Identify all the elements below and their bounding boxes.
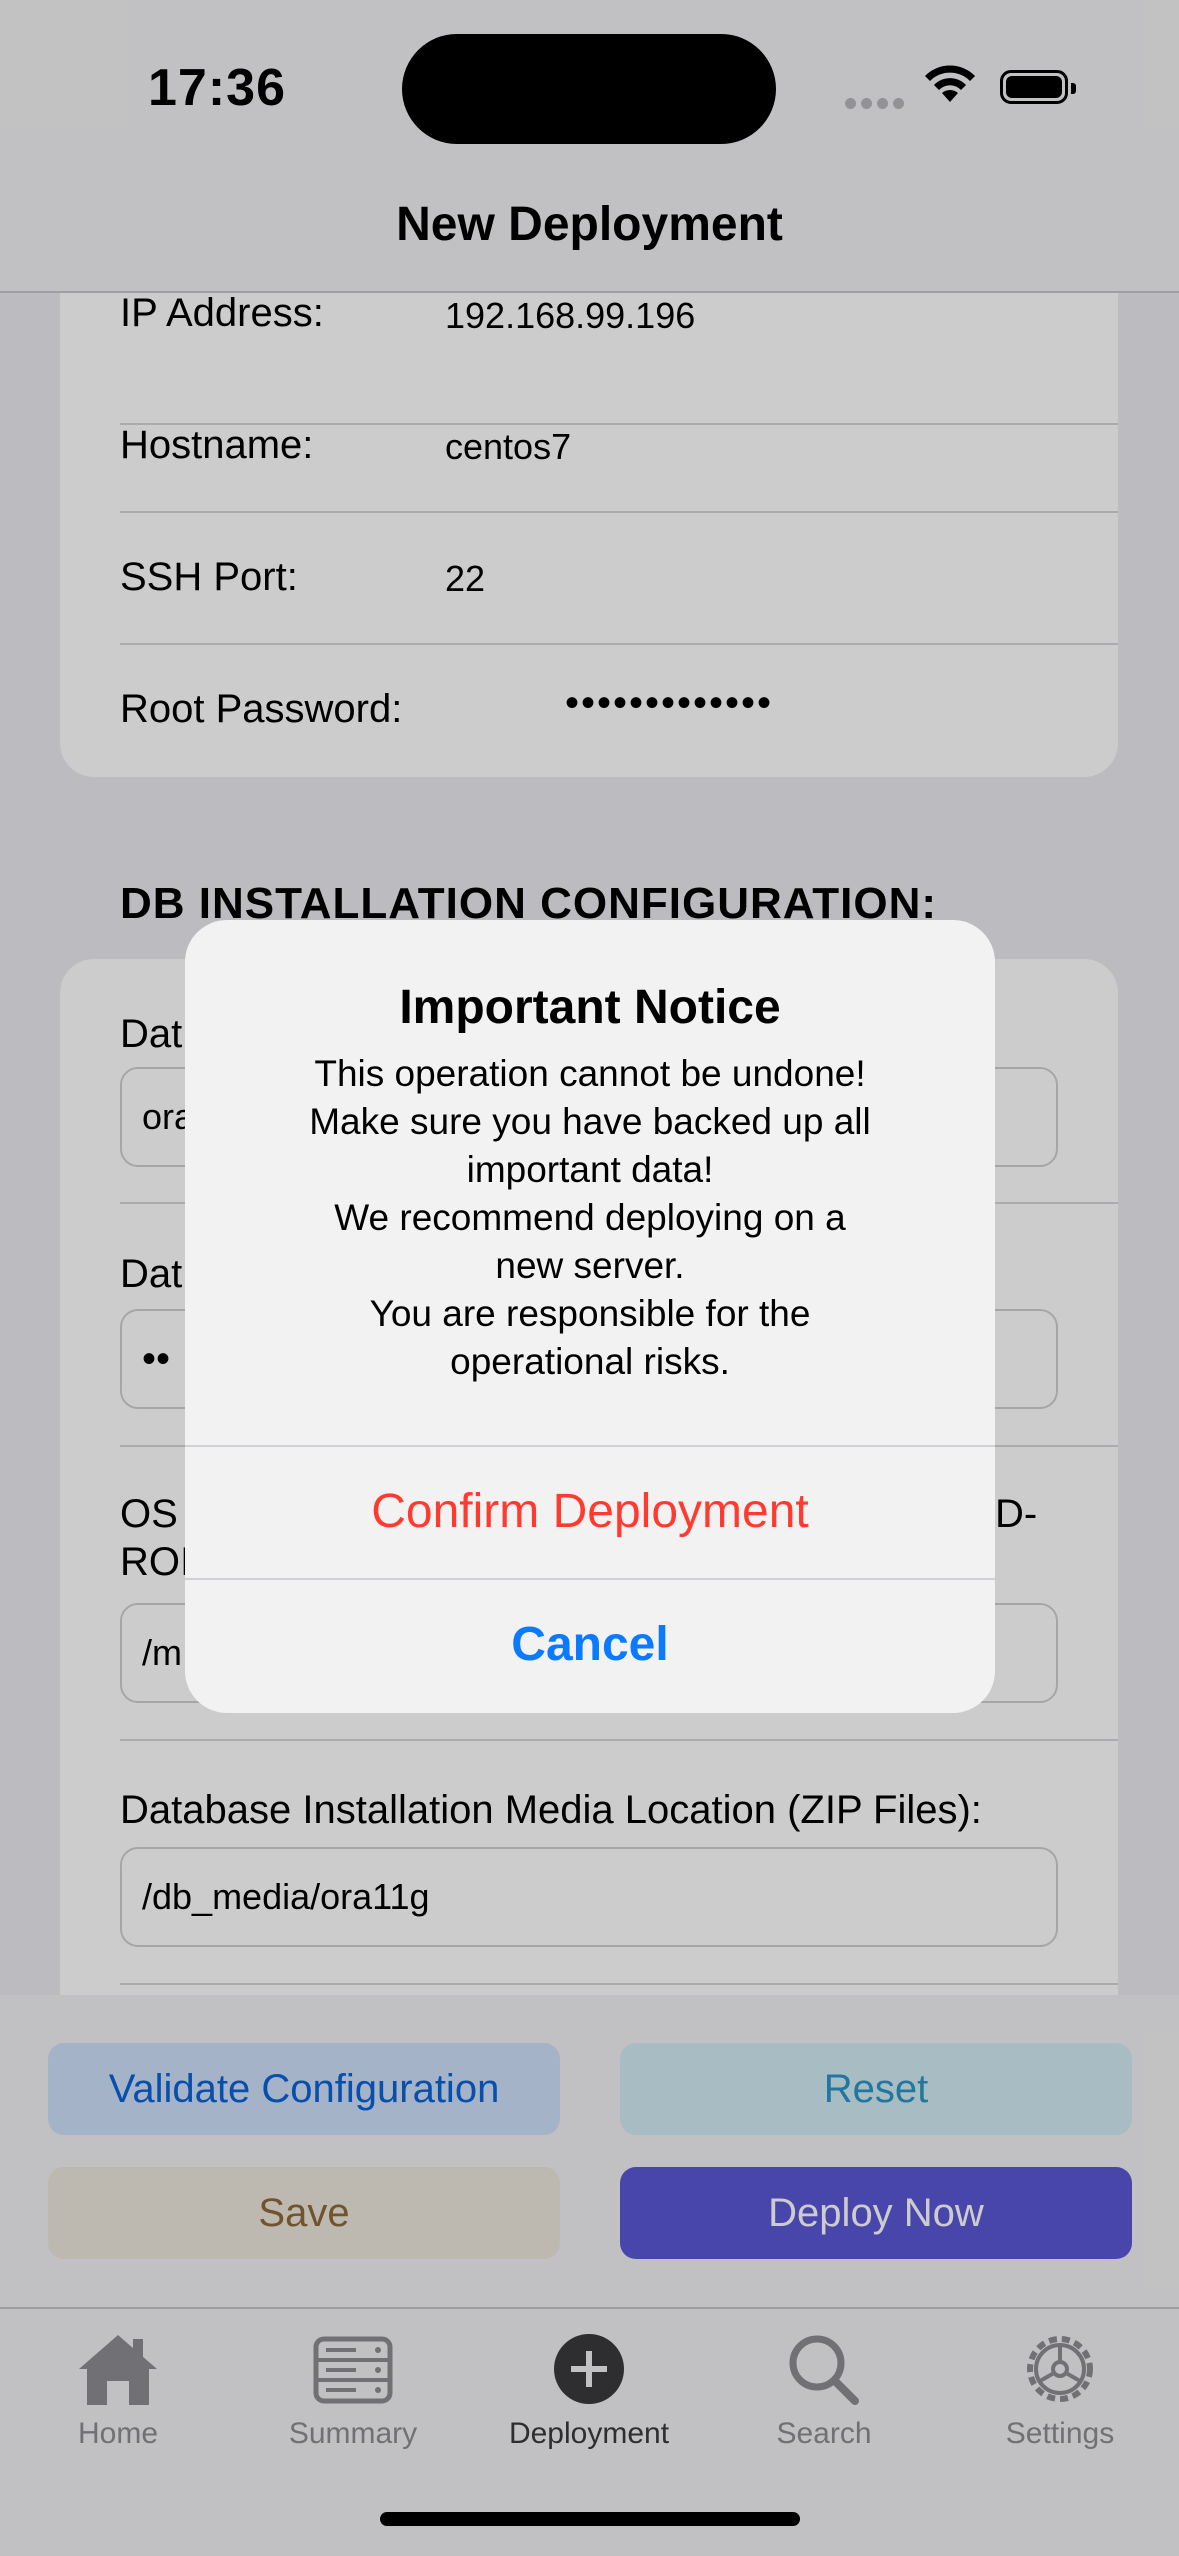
alert-message-line: We recommend deploying on a (334, 1197, 846, 1238)
alert-message-line: new server. (495, 1245, 685, 1286)
alert-message-line: You are responsible for the (369, 1293, 811, 1334)
alert-message-line: operational risks. (450, 1341, 730, 1382)
alert-message-line: This operation cannot be undone! (314, 1053, 866, 1094)
important-notice-alert: Important Notice This operation cannot b… (185, 920, 995, 1713)
confirm-deployment-button[interactable]: Confirm Deployment (185, 1447, 995, 1577)
alert-message-line: important data! (466, 1149, 714, 1190)
alert-message: This operation cannot be undone! Make su… (225, 1050, 955, 1386)
alert-message-line: Make sure you have backed up all (309, 1101, 871, 1142)
cancel-button[interactable]: Cancel (185, 1580, 995, 1710)
alert-title: Important Notice (399, 981, 781, 1034)
